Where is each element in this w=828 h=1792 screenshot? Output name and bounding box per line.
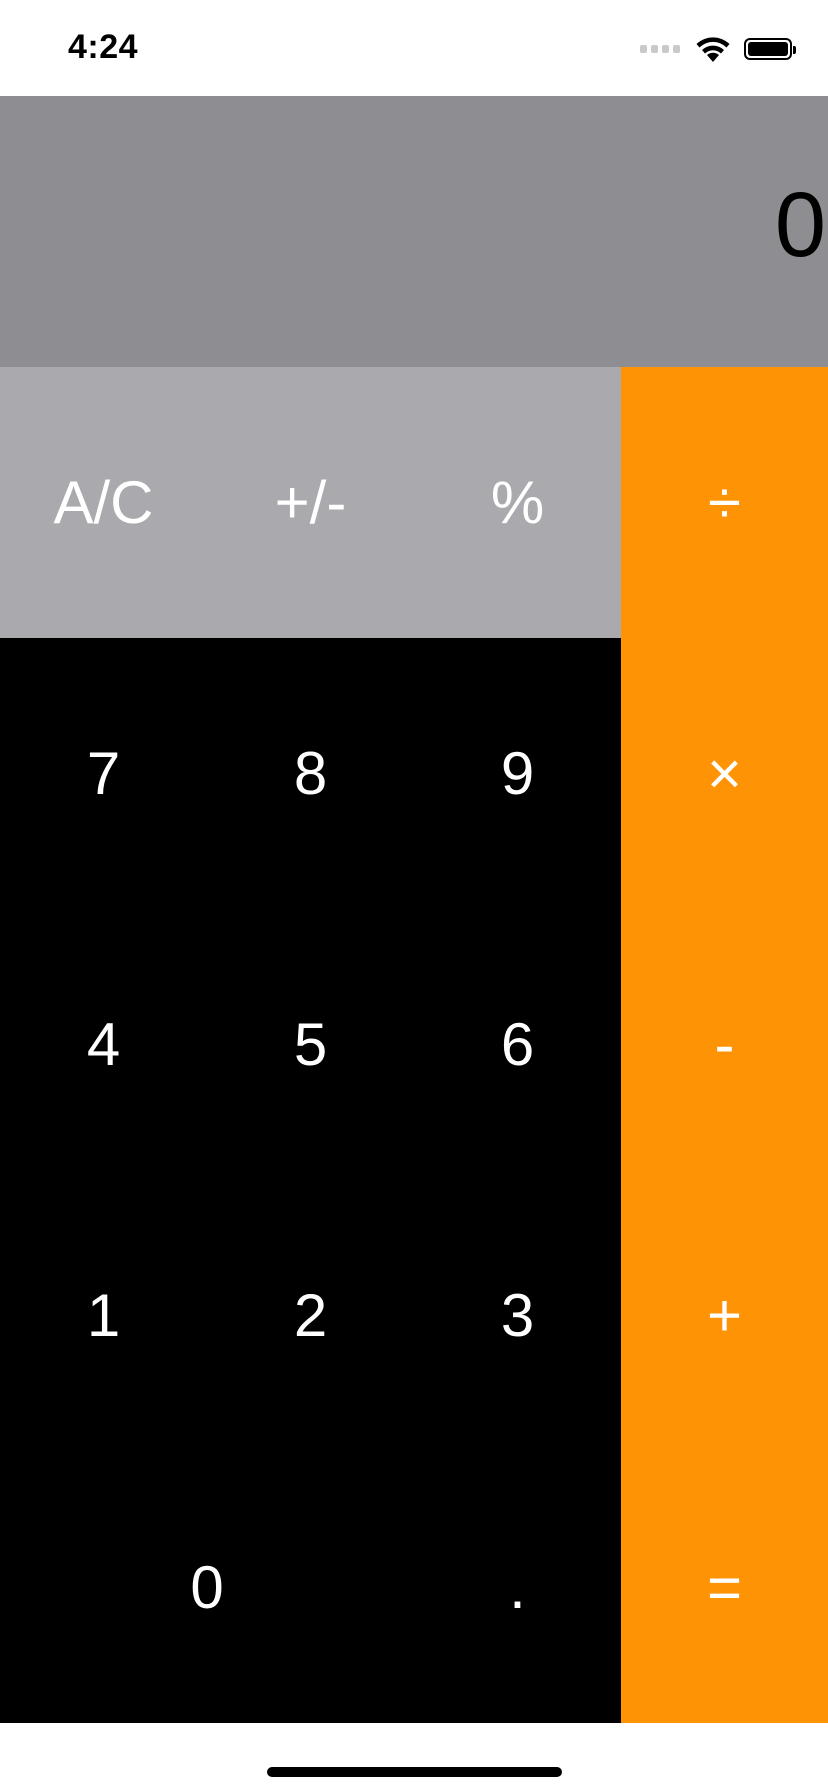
digit-6-button[interactable]: 6 bbox=[414, 909, 621, 1180]
add-button[interactable]: + bbox=[621, 1180, 828, 1451]
status-bar: 4:24 bbox=[0, 0, 828, 96]
decimal-button[interactable]: . bbox=[414, 1451, 621, 1723]
keypad: A/C +/- % ÷ 7 8 9 × 4 5 6 - 1 2 3 + 0 . … bbox=[0, 367, 828, 1723]
divide-button[interactable]: ÷ bbox=[621, 367, 828, 638]
status-time: 4:24 bbox=[68, 28, 139, 66]
digit-2-button[interactable]: 2 bbox=[207, 1180, 414, 1451]
status-icons bbox=[640, 34, 796, 64]
cellular-signal-icon bbox=[640, 45, 680, 53]
clear-button[interactable]: A/C bbox=[0, 367, 207, 638]
wifi-icon bbox=[696, 37, 730, 62]
digit-4-button[interactable]: 4 bbox=[0, 909, 207, 1180]
digit-1-button[interactable]: 1 bbox=[0, 1180, 207, 1451]
home-indicator-area bbox=[0, 1723, 828, 1792]
digit-3-button[interactable]: 3 bbox=[414, 1180, 621, 1451]
digit-0-button[interactable]: 0 bbox=[0, 1451, 414, 1723]
home-indicator[interactable] bbox=[267, 1767, 562, 1777]
percent-button[interactable]: % bbox=[414, 367, 621, 638]
digit-5-button[interactable]: 5 bbox=[207, 909, 414, 1180]
digit-9-button[interactable]: 9 bbox=[414, 638, 621, 909]
subtract-button[interactable]: - bbox=[621, 909, 828, 1180]
digit-8-button[interactable]: 8 bbox=[207, 638, 414, 909]
display-value: 0 bbox=[774, 174, 826, 276]
result-display: 0 bbox=[0, 96, 828, 367]
battery-icon bbox=[744, 38, 796, 60]
equals-button[interactable]: = bbox=[621, 1451, 828, 1723]
sign-toggle-button[interactable]: +/- bbox=[207, 367, 414, 638]
digit-7-button[interactable]: 7 bbox=[0, 638, 207, 909]
multiply-button[interactable]: × bbox=[621, 638, 828, 909]
